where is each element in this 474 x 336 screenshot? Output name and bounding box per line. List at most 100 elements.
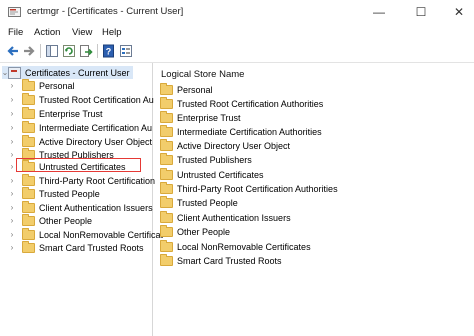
tree-item-other-people[interactable]: › Other People — [8, 213, 93, 227]
tree-item-intermediate[interactable]: › Intermediate Certification Au — [8, 120, 153, 134]
folder-icon — [160, 138, 173, 151]
folder-icon — [22, 173, 35, 186]
tree-item-label: Other People — [39, 215, 93, 226]
list-item-label: Trusted People — [177, 197, 238, 208]
list-item-label: Active Directory User Object — [177, 140, 291, 151]
menu-view[interactable]: View — [72, 27, 92, 38]
export-list-icon[interactable] — [79, 44, 93, 58]
minimize-button[interactable]: — — [364, 0, 394, 24]
list-item[interactable]: Trusted People — [160, 195, 238, 209]
chevron-right-icon[interactable]: › — [8, 123, 16, 132]
folder-icon — [22, 134, 35, 147]
list-item-label: Intermediate Certification Authorities — [177, 126, 322, 137]
tree-item-active-directory[interactable]: › Active Directory User Object — [8, 134, 153, 148]
console-tree-pane[interactable]: ⌄ Certificates - Current User › Personal… — [0, 63, 163, 336]
folder-icon — [160, 253, 173, 266]
list-item-label: Personal — [177, 84, 213, 95]
menu-action[interactable]: Action — [34, 27, 60, 38]
chevron-right-icon[interactable]: › — [8, 243, 16, 252]
tree-item-label: Third-Party Root Certification — [39, 175, 156, 186]
folder-icon — [22, 120, 35, 133]
chevron-right-icon[interactable]: › — [8, 216, 16, 225]
list-item[interactable]: Local NonRemovable Certificates — [160, 239, 311, 253]
tree-item-enterprise-trust[interactable]: › Enterprise Trust — [8, 106, 103, 120]
back-arrow-icon[interactable] — [6, 44, 20, 58]
tree-item-smart-card-roots[interactable]: › Smart Card Trusted Roots — [8, 240, 144, 254]
list-item-label: Client Authentication Issuers — [177, 212, 291, 223]
chevron-right-icon[interactable]: › — [8, 230, 16, 239]
tree-item-trusted-root[interactable]: › Trusted Root Certification Au — [8, 92, 154, 106]
list-item[interactable]: Personal — [160, 82, 213, 96]
chevron-right-icon[interactable]: › — [8, 95, 16, 104]
maximize-button[interactable]: ☐ — [406, 0, 436, 24]
tree-item-third-party-root[interactable]: › Third-Party Root Certification — [8, 173, 156, 187]
list-item[interactable]: Trusted Root Certification Authorities — [160, 96, 323, 110]
chevron-right-icon[interactable]: › — [8, 81, 16, 90]
folder-icon — [22, 200, 35, 213]
certmgr-app-icon — [8, 7, 21, 17]
folder-icon — [160, 181, 173, 194]
list-item[interactable]: Intermediate Certification Authorities — [160, 124, 322, 138]
folder-icon — [160, 210, 173, 223]
folder-icon — [160, 124, 173, 137]
window-title: certmgr - [Certificates - Current User] — [27, 6, 184, 17]
list-item[interactable]: Active Directory User Object — [160, 138, 291, 152]
properties-icon[interactable] — [119, 44, 133, 58]
tree-item-trusted-people[interactable]: › Trusted People — [8, 186, 100, 200]
help-icon[interactable]: ? — [102, 44, 116, 58]
tree-item-personal[interactable]: › Personal — [8, 78, 75, 92]
list-item[interactable]: Other People — [160, 224, 231, 238]
list-item[interactable]: Smart Card Trusted Roots — [160, 253, 282, 267]
certificate-store-icon — [8, 66, 21, 79]
folder-icon — [22, 78, 35, 91]
list-item[interactable]: Untrusted Certificates — [160, 167, 264, 181]
list-item-label: Other People — [177, 226, 231, 237]
tree-item-label: Smart Card Trusted Roots — [39, 242, 144, 253]
folder-icon — [160, 110, 173, 123]
tree-item-local-nonremovable[interactable]: › Local NonRemovable Certificat — [8, 227, 163, 241]
tree-item-client-auth-issuers[interactable]: › Client Authentication Issuers — [8, 200, 153, 214]
highlight-box — [16, 158, 141, 172]
folder-icon — [22, 227, 35, 240]
menu-file[interactable]: File — [8, 27, 23, 38]
menu-help[interactable]: Help — [102, 27, 122, 38]
chevron-right-icon[interactable]: › — [8, 176, 16, 185]
tree-item-label: Client Authentication Issuers — [39, 202, 153, 213]
list-item-label: Enterprise Trust — [177, 112, 241, 123]
list-item-label: Trusted Publishers — [177, 154, 252, 165]
tree-item-label: Personal — [39, 80, 75, 91]
chevron-right-icon[interactable]: › — [8, 162, 16, 171]
toolbar-separator — [97, 44, 98, 58]
list-item[interactable]: Enterprise Trust — [160, 110, 241, 124]
list-item-label: Smart Card Trusted Roots — [177, 255, 282, 266]
tree-item-label: Intermediate Certification Au — [39, 122, 153, 133]
close-button[interactable]: ✕ — [444, 0, 474, 24]
forward-arrow-icon[interactable] — [22, 44, 36, 58]
folder-icon — [22, 186, 35, 199]
chevron-right-icon[interactable]: › — [8, 189, 16, 198]
tree-item-label: Active Directory User Object — [39, 136, 153, 147]
list-item[interactable]: Client Authentication Issuers — [160, 210, 291, 224]
chevron-right-icon[interactable]: › — [8, 150, 16, 159]
tree-root-item[interactable]: ⌄ Certificates - Current User — [2, 66, 133, 79]
folder-icon — [160, 82, 173, 95]
folder-icon — [22, 240, 35, 253]
chevron-right-icon[interactable]: › — [8, 203, 16, 212]
column-header-logical-store-name[interactable]: Logical Store Name — [161, 69, 244, 80]
tree-item-label: Trusted Root Certification Au — [39, 94, 154, 105]
folder-icon — [160, 96, 173, 109]
console-tree-icon[interactable] — [45, 44, 59, 58]
refresh-icon[interactable] — [62, 44, 76, 58]
tree-item-label: Enterprise Trust — [39, 108, 103, 119]
folder-icon — [22, 92, 35, 105]
list-item[interactable]: Third-Party Root Certification Authoriti… — [160, 181, 338, 195]
tree-root-label: Certificates - Current User — [25, 67, 130, 78]
chevron-right-icon[interactable]: › — [8, 137, 16, 146]
list-item-label: Third-Party Root Certification Authoriti… — [177, 183, 338, 194]
list-item-label: Untrusted Certificates — [177, 169, 264, 180]
folder-icon — [160, 152, 173, 165]
list-item[interactable]: Trusted Publishers — [160, 152, 252, 166]
folder-icon — [160, 167, 173, 180]
chevron-right-icon[interactable]: › — [8, 109, 16, 118]
svg-text:?: ? — [106, 47, 112, 57]
